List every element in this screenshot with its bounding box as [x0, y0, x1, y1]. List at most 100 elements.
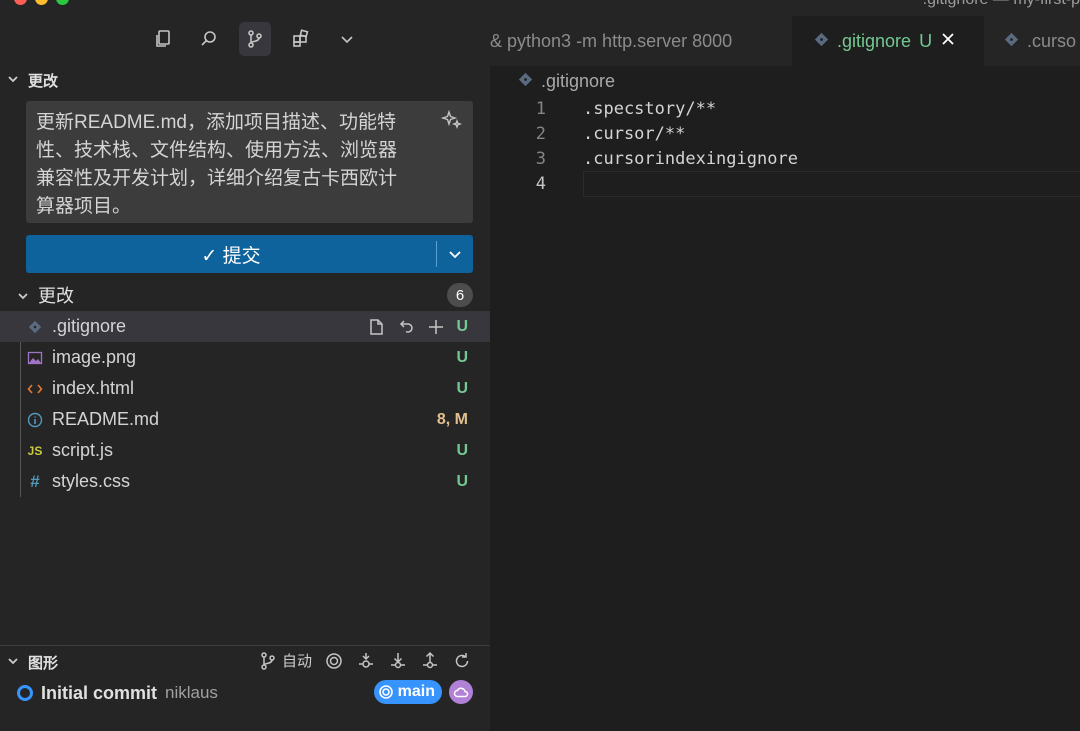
tab-terminal[interactable]: & python3 -m http.server 8000	[490, 16, 792, 66]
target-icon[interactable]	[324, 651, 344, 671]
tab-label: .gitignore	[837, 30, 912, 51]
changed-files-list: .gitignore U image.png U index.html U RE…	[0, 311, 490, 497]
git-icon	[814, 31, 829, 52]
auto-label: 自动	[281, 653, 312, 670]
git-icon	[26, 318, 44, 336]
refresh-icon[interactable]	[452, 651, 472, 671]
activity-bar	[0, 22, 490, 58]
scm-section-title: 更改	[28, 72, 59, 90]
file-row-script-js[interactable]: JS script.js U	[0, 435, 490, 466]
line-text: .specstory/**	[583, 98, 717, 119]
file-row-gitignore[interactable]: .gitignore U	[0, 311, 490, 342]
commit-action[interactable]: ✓ 提交	[26, 241, 436, 268]
file-row-readme[interactable]: README.md 8, M	[0, 404, 490, 435]
chevron-down-icon	[449, 251, 461, 259]
open-file-icon[interactable]	[366, 317, 386, 337]
file-status: 8, M	[436, 410, 468, 428]
code-line: 3 .cursorindexingignore	[490, 146, 1080, 171]
file-row-image[interactable]: image.png U	[0, 342, 490, 373]
changes-label: 更改	[38, 286, 74, 306]
line-number: 1	[535, 98, 546, 119]
file-row-actions	[366, 317, 446, 337]
cloud-icon[interactable]	[449, 680, 473, 704]
git-icon	[1004, 31, 1019, 52]
chevron-down-icon	[6, 654, 22, 670]
commit-message-text: 更新README.md，添加项目描述、功能特性、技术栈、文件结构、使用方法、浏览…	[36, 112, 398, 217]
file-row-styles-css[interactable]: # styles.css U	[0, 466, 490, 497]
window-controls	[14, 0, 69, 5]
scm-section-header[interactable]: 更改	[0, 68, 490, 92]
tab-label: & python3 -m http.server 8000	[490, 30, 733, 51]
file-row-index-html[interactable]: index.html U	[0, 373, 490, 404]
graph-section-title: 图形	[28, 654, 59, 672]
code-line: 2 .cursor/**	[490, 121, 1080, 146]
file-name: .gitignore	[52, 316, 127, 336]
changes-count-badge: 6	[447, 283, 473, 307]
file-status: U	[456, 441, 468, 459]
commit-title: Initial commit	[41, 682, 158, 703]
fetch-icon[interactable]	[356, 651, 376, 671]
commit-dropdown-button[interactable]	[437, 235, 473, 273]
line-number: 2	[535, 123, 546, 144]
target-icon	[378, 685, 393, 699]
commit-button-label: ✓ 提交	[201, 245, 261, 267]
html-icon	[26, 380, 44, 398]
push-icon[interactable]	[420, 651, 440, 671]
window-title-strip: .gitignore — my-first-p	[490, 0, 1080, 16]
file-status: U	[456, 472, 468, 490]
info-icon	[26, 411, 44, 429]
code-editor[interactable]: 1 .specstory/** 2 .cursor/** 3 .cursorin…	[490, 96, 1080, 197]
css-icon: #	[30, 471, 40, 491]
discard-changes-icon[interactable]	[396, 317, 416, 337]
zoom-window-button[interactable]	[56, 0, 69, 5]
image-icon	[26, 349, 44, 367]
js-icon: JS	[27, 443, 43, 458]
file-status: U	[456, 317, 468, 335]
file-name: styles.css	[52, 471, 131, 491]
file-name: index.html	[52, 378, 135, 398]
file-status: U	[456, 379, 468, 397]
branch-badge[interactable]: main	[373, 680, 442, 704]
branch-icon	[261, 651, 275, 670]
changes-group-header[interactable]: 更改 6	[12, 283, 482, 307]
file-name: script.js	[52, 440, 114, 460]
source-control-icon[interactable]	[239, 22, 271, 56]
file-name: README.md	[52, 409, 160, 429]
commit-message-input[interactable]: 更新README.md，添加项目描述、功能特性、技术栈、文件结构、使用方法、浏览…	[26, 101, 473, 223]
search-icon[interactable]	[193, 22, 225, 56]
tab-gitignore[interactable]: .gitignore U	[792, 16, 984, 66]
chevron-down-icon	[16, 287, 32, 303]
extensions-icon[interactable]	[285, 22, 317, 56]
line-text: .cursorindexingignore	[583, 148, 798, 169]
graph-commit-row[interactable]: Initial commit niklaus main	[0, 680, 490, 706]
current-code-line: 4	[490, 171, 1080, 197]
editor-area: .gitignore — my-first-p & python3 -m htt…	[490, 0, 1080, 731]
file-name: image.png	[52, 347, 137, 367]
sparkle-icon[interactable]	[440, 109, 463, 131]
line-number: 4	[535, 173, 546, 194]
tab-label: .curso	[1027, 30, 1077, 51]
breadcrumb: .gitignore	[518, 70, 615, 92]
window-title: .gitignore — my-first-p	[923, 0, 1080, 9]
explorer-icon[interactable]	[147, 22, 179, 56]
graph-actions: 自动	[258, 650, 472, 671]
source-control-sidebar: 更改 更新README.md，添加项目描述、功能特性、技术栈、文件结构、使用方法…	[0, 0, 490, 731]
tab-cursor[interactable]: .curso	[984, 16, 1080, 66]
breadcrumb-file[interactable]: .gitignore	[541, 71, 615, 92]
line-number: 3	[535, 148, 546, 169]
close-icon[interactable]	[940, 31, 956, 52]
more-views-chevron-icon[interactable]	[331, 22, 363, 56]
git-icon	[518, 71, 533, 92]
commit-button: ✓ 提交	[26, 235, 473, 273]
tab-badge: U	[919, 30, 933, 51]
chevron-down-icon	[6, 72, 22, 88]
line-text: .cursor/**	[583, 123, 686, 144]
pull-icon[interactable]	[388, 651, 408, 671]
stage-plus-icon[interactable]	[426, 317, 446, 337]
code-line: 1 .specstory/**	[490, 96, 1080, 121]
auto-branch-button[interactable]: 自动	[258, 650, 312, 671]
file-status: U	[456, 348, 468, 366]
minimize-window-button[interactable]	[35, 0, 48, 5]
close-window-button[interactable]	[14, 0, 27, 5]
editor-tabs: & python3 -m http.server 8000 .gitignore…	[490, 16, 1080, 66]
